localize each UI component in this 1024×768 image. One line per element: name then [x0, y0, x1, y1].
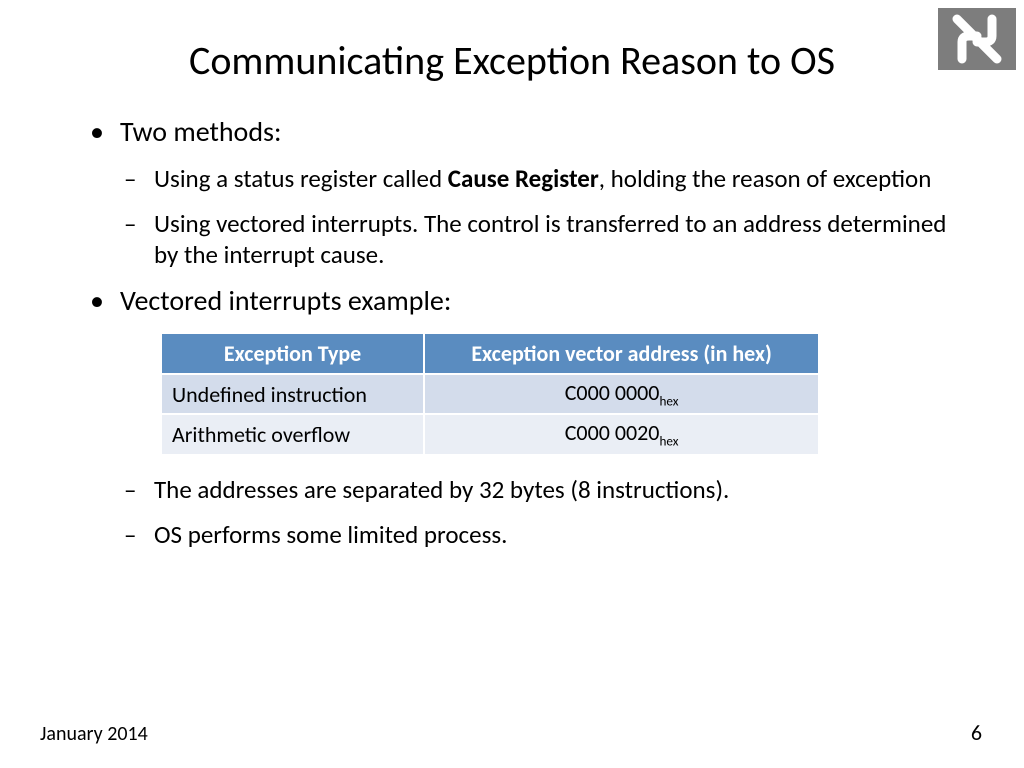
cell-type: Arithmetic overflow [161, 414, 424, 454]
slide-body: Two methods: Using a status register cal… [50, 115, 974, 550]
text: , holding the reason of exception [599, 163, 932, 194]
footer-page-number: 6 [971, 719, 982, 746]
footer-date: January 2014 [40, 722, 148, 746]
slide-title: Communicating Exception Reason to OS [50, 36, 974, 85]
addr-value: C000 0000 [565, 379, 660, 406]
bullet-cause-register: Using a status register called Cause Reg… [124, 163, 974, 194]
bullet-two-methods: Two methods: [90, 115, 974, 149]
addr-value: C000 0020 [565, 419, 660, 446]
bullet-os-process: OS performs some limited process. [124, 519, 974, 550]
cell-address: C000 0020hex [424, 414, 819, 454]
col-header-address: Exception vector address (in hex) [424, 333, 819, 374]
table-row: Arithmetic overflow C000 0020hex [161, 414, 819, 454]
bold-text: Cause Register [448, 163, 599, 194]
table-header-row: Exception Type Exception vector address … [161, 333, 819, 374]
cell-type: Undefined instruction [161, 374, 424, 414]
bullet-address-separation: The addresses are separated by 32 bytes … [124, 474, 974, 505]
table-row: Undefined instruction C000 0000hex [161, 374, 819, 414]
institution-logo [938, 8, 1016, 70]
slide: Communicating Exception Reason to OS Two… [0, 0, 1024, 768]
bullet-example-heading: Vectored interrupts example: [90, 284, 974, 318]
addr-suffix: hex [659, 392, 678, 409]
addr-suffix: hex [659, 433, 678, 450]
col-header-type: Exception Type [161, 333, 424, 374]
exception-table: Exception Type Exception vector address … [160, 332, 820, 456]
aleph-icon [947, 14, 1007, 64]
text: Using a status register called [154, 163, 448, 194]
bullet-vectored-interrupts: Using vectored interrupts. The control i… [124, 208, 974, 271]
cell-address: C000 0000hex [424, 374, 819, 414]
